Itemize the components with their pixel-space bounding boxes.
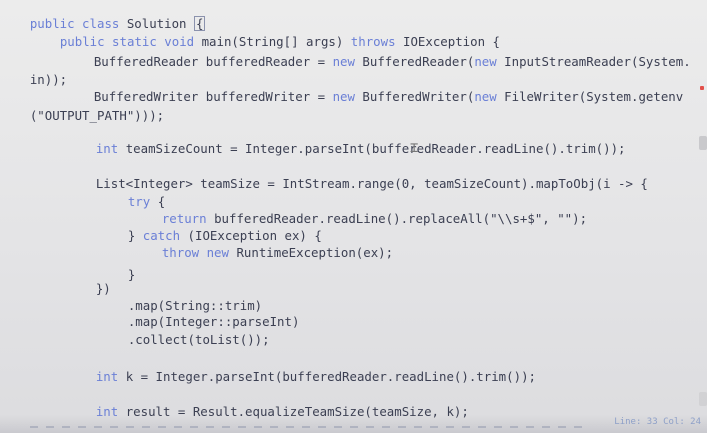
- keyword: int: [95, 369, 119, 384]
- code-editor[interactable]: public class Solution { public static vo…: [0, 0, 707, 433]
- code-text: in));: [29, 72, 68, 87]
- keyword: new: [332, 54, 355, 69]
- scrollbar-thumb[interactable]: [699, 136, 707, 150]
- cursor-position-status: Line: 33 Col: 24: [614, 417, 701, 427]
- code-text: BufferedReader bufferedReader =: [93, 54, 333, 69]
- code-text: InputStreamReader(System.: [496, 54, 691, 69]
- code-line-12: throw new RuntimeException(ex);: [132, 229, 393, 277]
- keyword: throw new: [161, 245, 229, 260]
- code-text: RuntimeException(ex);: [228, 245, 394, 260]
- code-text: .collect(toList());: [127, 332, 270, 347]
- code-text: teamSizeCount = Integer.parseInt(buffere…: [118, 141, 626, 156]
- code-text: k = Integer.parseInt(bufferedReader.read…: [118, 369, 536, 384]
- keyword: new: [474, 89, 497, 104]
- scrollbar-thumb-lower[interactable]: [699, 392, 707, 406]
- code-text: List<Integer> teamSize = IntStream.range…: [95, 176, 648, 191]
- code-text: BufferedReader(: [354, 54, 475, 69]
- code-text: ("OUTPUT_PATH")));: [29, 108, 165, 123]
- code-text: }: [127, 267, 136, 282]
- keyword: int: [95, 141, 119, 156]
- keyword: new: [332, 89, 355, 104]
- keyword: new: [474, 54, 497, 69]
- code-text: FileWriter(System.getenv: [496, 89, 684, 104]
- code-text: BufferedWriter(: [354, 89, 475, 104]
- edge-dashes: [30, 426, 590, 428]
- text-cursor-icon: ⌶: [410, 140, 419, 156]
- error-marker-icon[interactable]: [700, 86, 704, 90]
- bottom-fade: [0, 415, 707, 433]
